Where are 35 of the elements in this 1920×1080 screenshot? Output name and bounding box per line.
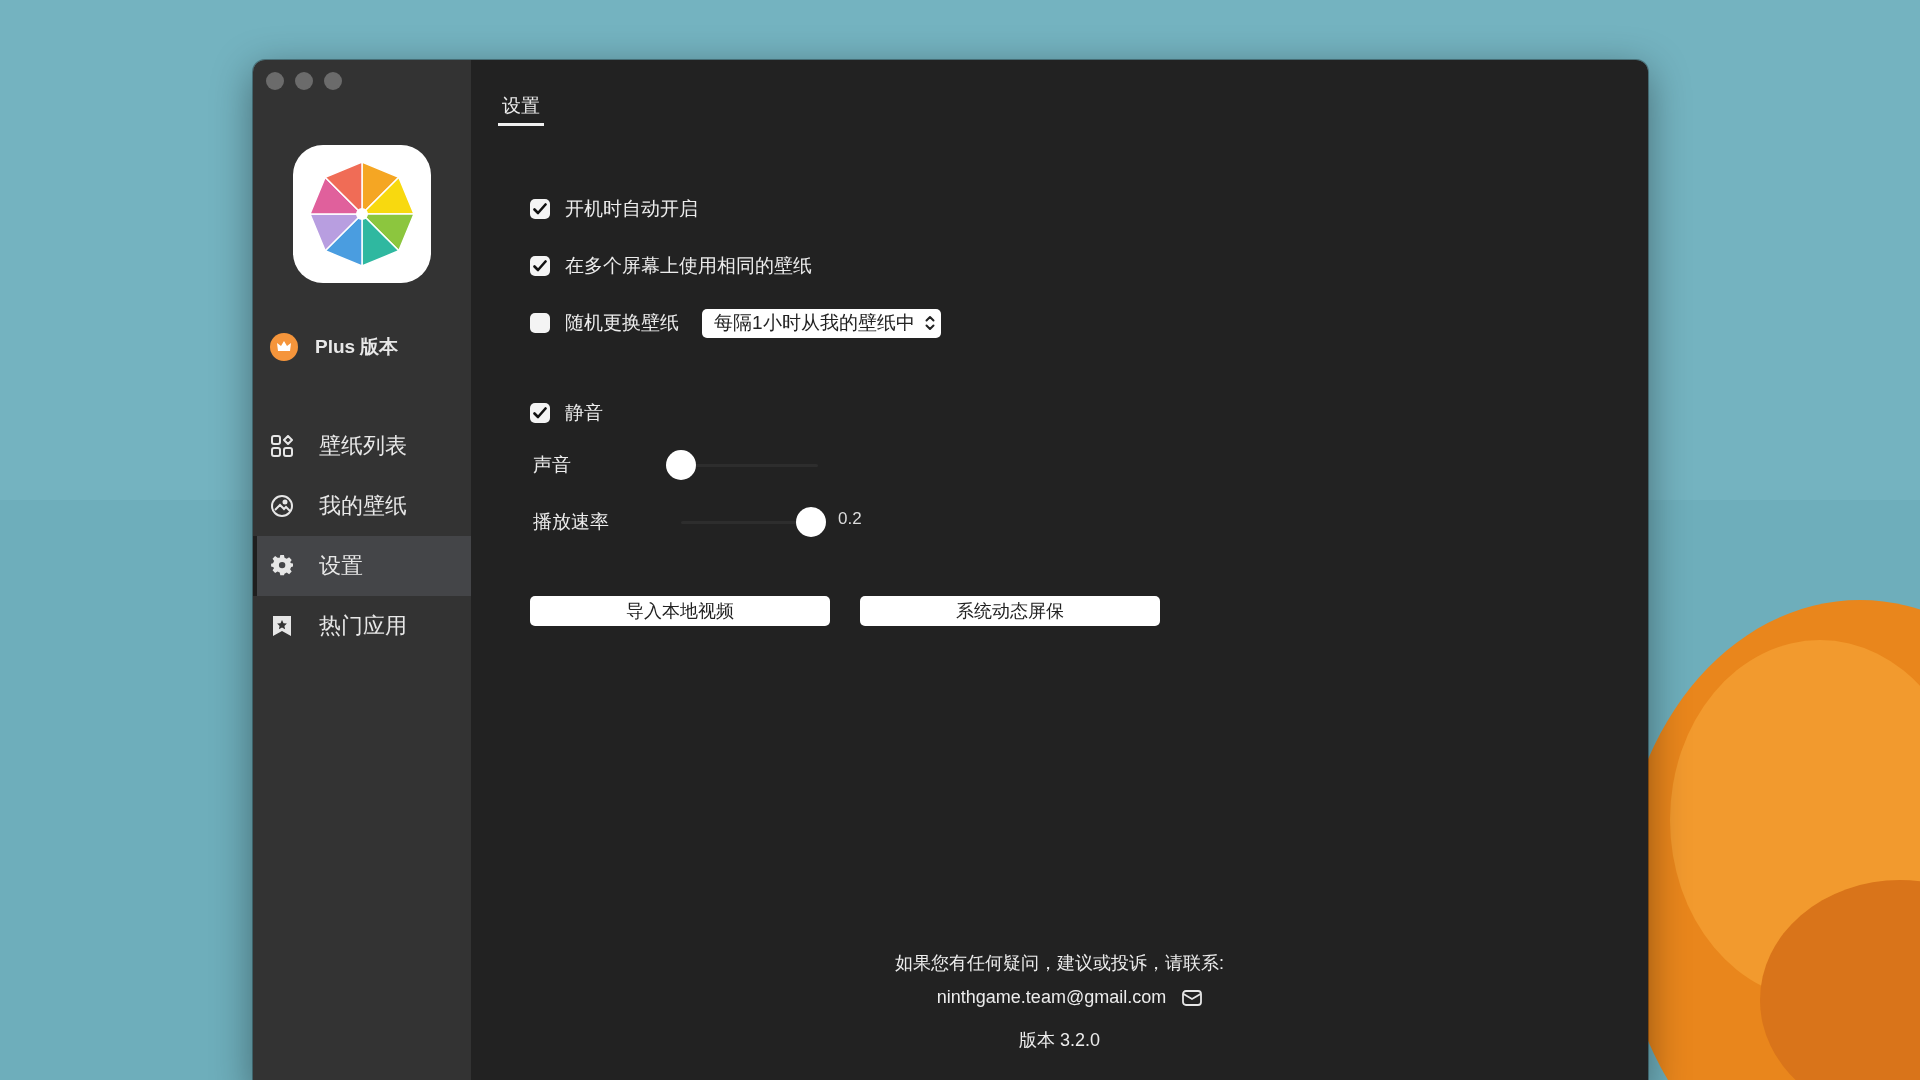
chevron-updown-icon [924,315,935,331]
email-link[interactable]: ninthgame.team@gmail.com [936,987,1167,1008]
gear-icon [271,555,293,577]
sidebar-item[interactable]: 壁纸列表 [253,416,471,476]
checkbox-label: 静音 [565,401,603,425]
tab[interactable]: 设置 [498,93,544,126]
sidebar-item[interactable]: 我的壁纸 [253,476,471,536]
checkbox[interactable] [530,313,550,333]
crown-icon [270,333,298,361]
minimize-button[interactable] [295,72,313,90]
version-label: 版本 3.2.0 [1018,1029,1100,1052]
sidebar-item[interactable]: 热门应用 [253,596,471,656]
checkbox-label: 开机时自动开启 [565,197,698,221]
checkbox[interactable] [530,403,550,423]
slider-value: 0.2 [838,509,862,529]
slider-label: 声音 [532,453,572,477]
sidebar-item[interactable]: 设置 [253,536,471,596]
contact-message: 如果您有任何疑问，建议或投诉，请联系: [895,952,1224,975]
bookmark-icon [272,615,292,637]
interval-select[interactable]: 每隔1小时从我的壁纸中 [702,308,941,338]
plan-label: Plus 版本 [315,335,399,359]
image-icon [271,495,293,517]
checkbox[interactable] [530,256,550,276]
slider-thumb[interactable] [666,449,696,480]
mail-icon [1182,989,1203,1006]
action-button[interactable]: 导入本地视频 [530,596,830,626]
zoom-button[interactable] [324,72,342,90]
slider-thumb[interactable] [796,506,827,537]
grid-icon [271,435,293,457]
checkbox[interactable] [530,199,550,219]
slider-label: 播放速率 [532,510,610,534]
checkbox-label: 在多个屏幕上使用相同的壁纸 [565,254,812,278]
checkbox-label: 随机更换壁纸 [565,311,679,335]
close-button[interactable] [266,72,284,90]
action-button[interactable]: 系统动态屏保 [860,596,1160,626]
